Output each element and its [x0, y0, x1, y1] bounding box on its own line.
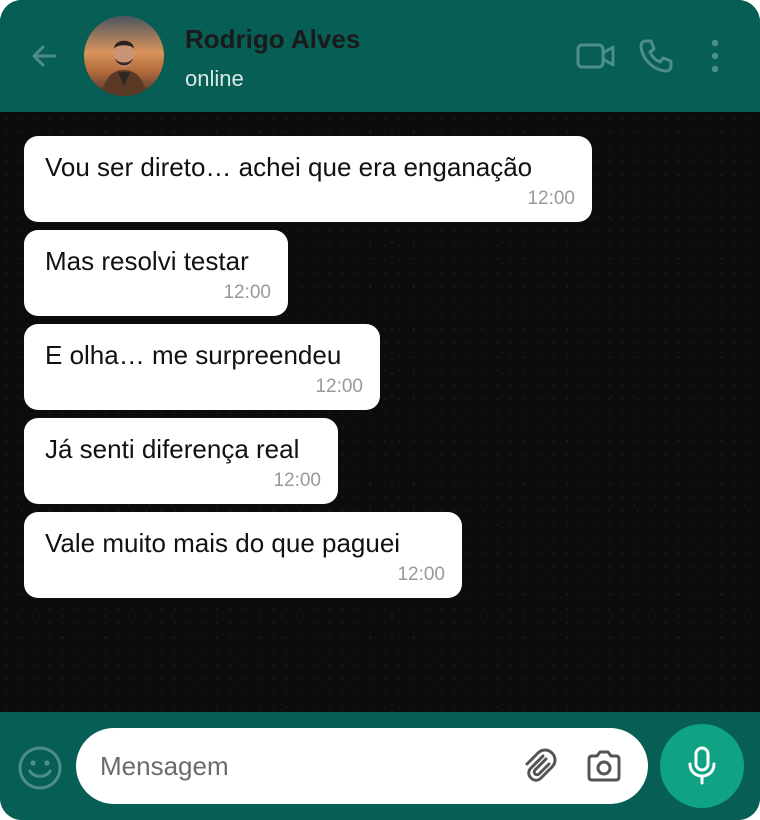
message-list[interactable]: Vou ser direto… achei que era enganação …	[0, 112, 760, 712]
voice-call-button[interactable]	[634, 36, 678, 76]
arrow-left-icon	[32, 45, 57, 67]
message-bubble[interactable]: Vale muito mais do que paguei 12:00	[24, 512, 462, 598]
message-time: 12:00	[315, 376, 363, 397]
message-bubble[interactable]: E olha… me surpreendeu 12:00	[24, 324, 380, 410]
menu-button[interactable]	[700, 36, 730, 76]
message-text: E olha… me surpreendeu	[45, 340, 342, 370]
message-text: Mas resolvi testar	[45, 246, 249, 276]
message-bubble[interactable]: Vou ser direto… achei que era enganação …	[24, 136, 592, 222]
message-text: Vou ser direto… achei que era enganação	[45, 152, 533, 182]
video-camera-icon	[576, 43, 615, 69]
attach-button[interactable]	[516, 746, 560, 786]
composer-bar	[0, 712, 760, 820]
message-time: 12:00	[273, 470, 321, 491]
message-text: Vale muito mais do que paguei	[45, 528, 401, 558]
phone-icon	[639, 39, 673, 73]
paperclip-icon	[525, 748, 557, 782]
message-time: 12:00	[397, 564, 445, 585]
voice-message-button[interactable]	[660, 724, 744, 808]
chat-header: Rodrigo Alves online	[0, 0, 760, 112]
message-bubble[interactable]: Mas resolvi testar 12:00	[24, 230, 288, 316]
microphone-icon	[688, 746, 716, 785]
contact-status: online	[185, 66, 244, 91]
message-bubble[interactable]: Já senti diferença real 12:00	[24, 418, 338, 504]
camera-button[interactable]	[582, 746, 626, 786]
message-input[interactable]	[100, 746, 500, 786]
back-button[interactable]	[22, 36, 66, 76]
camera-icon	[587, 750, 621, 782]
video-call-button[interactable]	[574, 36, 618, 76]
chat-window: Rodrigo Alves online Vou ser direto… ach…	[0, 0, 760, 820]
contact-name[interactable]: Rodrigo Alves	[185, 24, 360, 55]
avatar[interactable]	[84, 16, 164, 96]
emoji-button[interactable]	[16, 744, 64, 792]
message-input-box	[76, 728, 648, 804]
message-time: 12:00	[223, 282, 271, 303]
message-time: 12:00	[527, 188, 575, 209]
more-vertical-icon	[711, 39, 719, 73]
message-text: Já senti diferença real	[45, 434, 300, 464]
emoji-icon	[18, 746, 62, 790]
avatar-photo	[84, 16, 164, 96]
